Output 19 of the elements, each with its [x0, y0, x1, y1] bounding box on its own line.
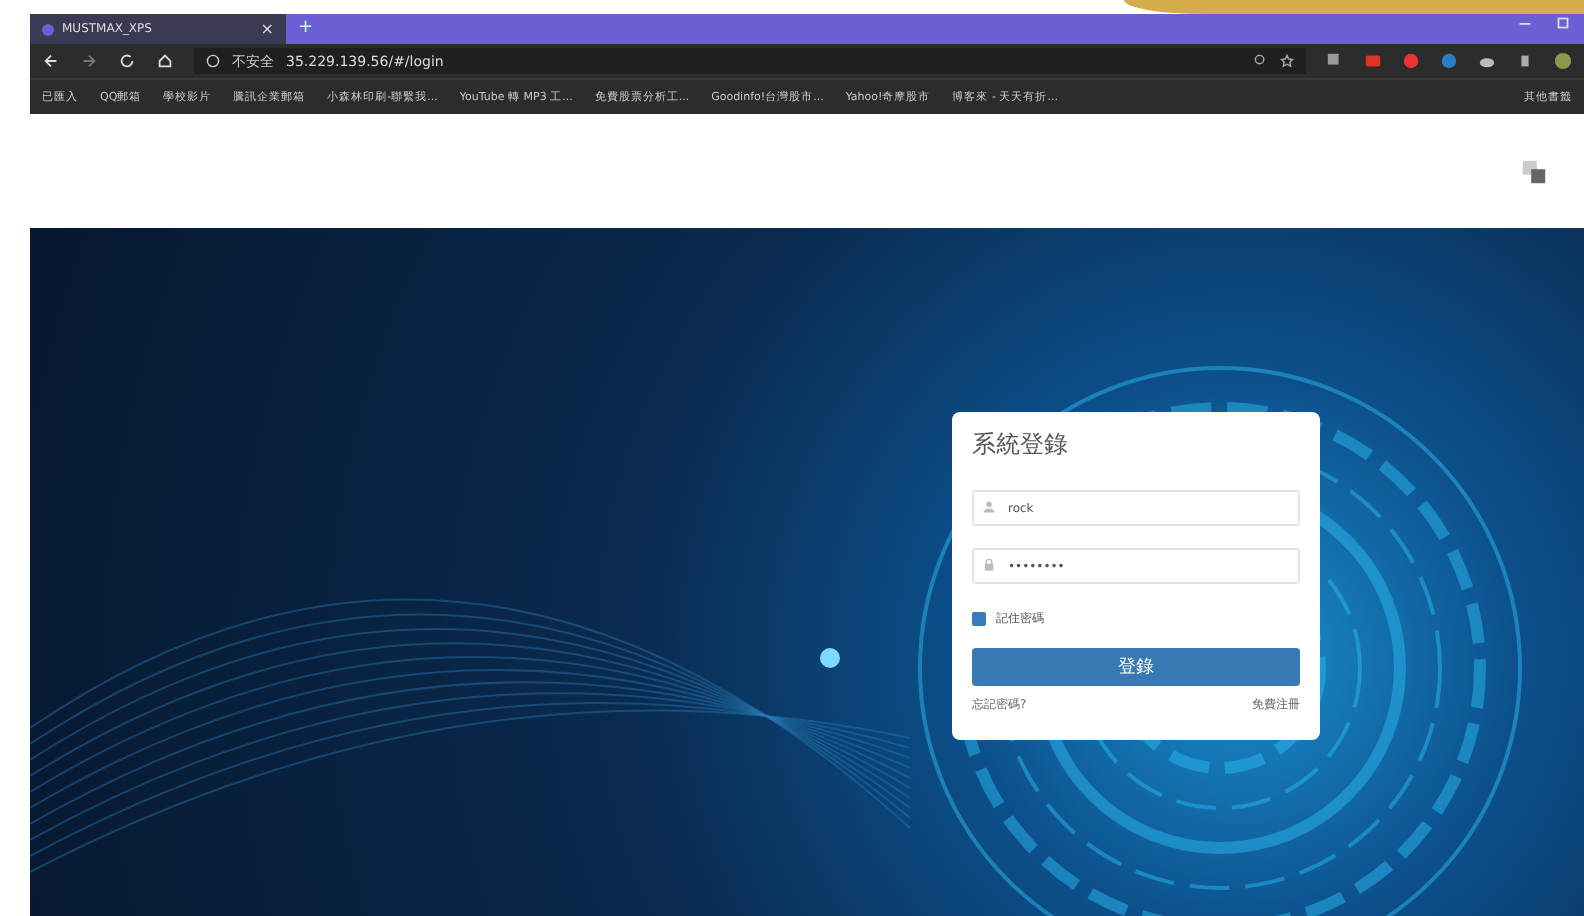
back-arrow-icon[interactable] — [42, 52, 60, 70]
translate-icon[interactable] — [1520, 157, 1548, 185]
tab-favicon-icon — [42, 23, 54, 35]
zoom-icon — [1254, 54, 1268, 68]
info-icon — [206, 54, 220, 68]
new-tab-button[interactable]: + — [286, 14, 326, 44]
home-icon[interactable] — [156, 52, 174, 70]
avatar-icon[interactable] — [1554, 52, 1572, 70]
light-dot-icon — [820, 648, 840, 668]
remember-checkbox[interactable] — [972, 612, 986, 626]
reload-icon[interactable] — [118, 52, 136, 70]
login-title: 系統登錄 — [972, 428, 1070, 462]
star-icon — [1280, 54, 1294, 68]
forward-arrow-icon[interactable] — [80, 52, 98, 70]
tab-close-button[interactable]: × — [260, 21, 274, 37]
lock-icon — [982, 558, 996, 572]
user-icon — [982, 500, 996, 514]
maximize-icon[interactable] — [1554, 14, 1572, 32]
login-button[interactable]: 登錄 — [972, 648, 1300, 686]
